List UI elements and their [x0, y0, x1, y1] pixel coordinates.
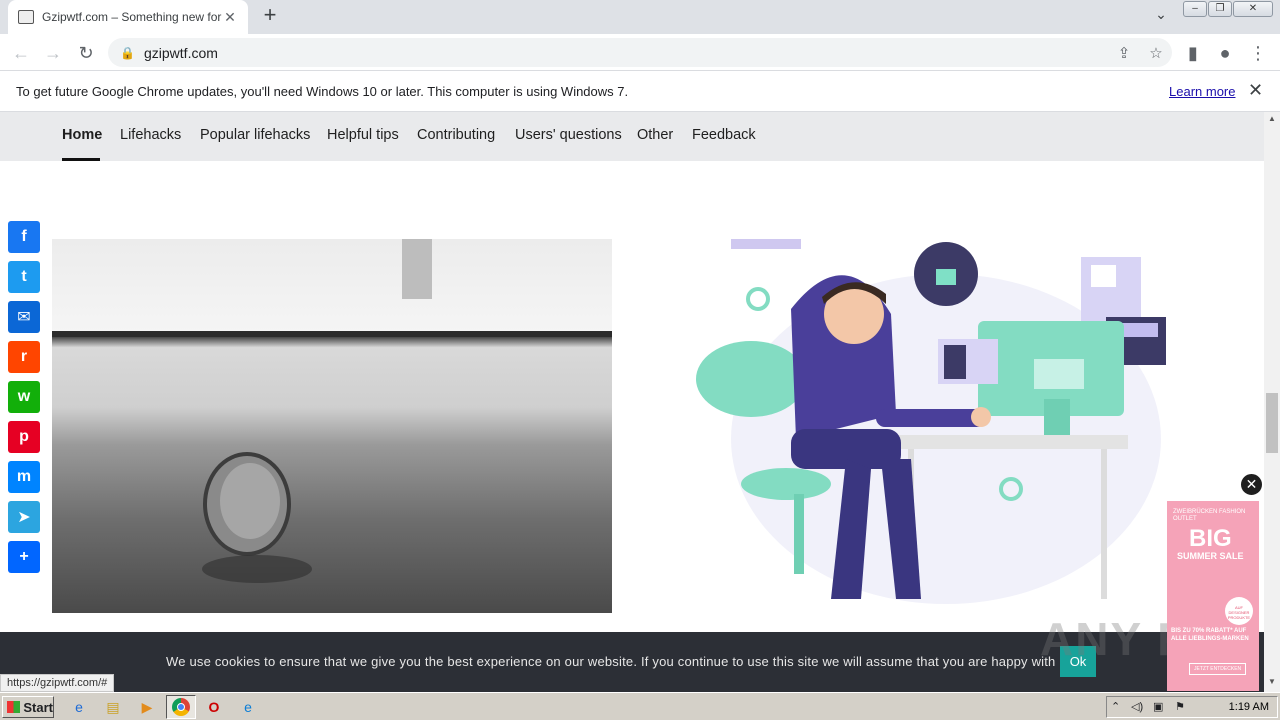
new-tab-button[interactable]: +	[258, 4, 282, 28]
coin-photo[interactable]	[52, 239, 612, 613]
windows-logo-icon	[7, 701, 21, 713]
browser-toolbar: ← → ↻ 🔒 gzipwtf.com ⇪ ☆ ▮ ● ⋮	[0, 34, 1280, 71]
share-page-icon[interactable]: ⇪	[1108, 44, 1140, 62]
tab-title: Gzipwtf.com – Something new for ev	[42, 10, 222, 24]
cookie-message: We use cookies to ensure that we give yo…	[166, 654, 1071, 669]
nav-item-home[interactable]: Home	[62, 127, 102, 143]
action-center-flag-icon[interactable]: ⚑	[1175, 700, 1185, 713]
messenger-share-icon[interactable]: m	[8, 461, 40, 493]
ad-cta-button[interactable]: JETZT ENTDECKEN	[1189, 663, 1247, 675]
coin-photo-art	[52, 239, 612, 583]
browser-tab[interactable]: Gzipwtf.com – Something new for ev ✕	[8, 0, 248, 34]
explorer-folder-icon[interactable]: ▤	[102, 697, 124, 717]
share-share-icon[interactable]: +	[8, 541, 40, 573]
opera-icon[interactable]: O	[203, 697, 225, 717]
ad-banner[interactable]: ZWEIBRÜCKEN FASHION OUTLET BIG SUMMER SA…	[1167, 501, 1259, 691]
hacker-illustration[interactable]	[696, 239, 1176, 613]
menu-kebab-icon[interactable]: ⋮	[1245, 40, 1271, 66]
update-infobar: To get future Google Chrome updates, you…	[0, 72, 1280, 112]
forward-arrow-icon[interactable]: →	[40, 40, 66, 66]
lock-icon[interactable]: 🔒	[120, 46, 135, 60]
twitter-share-icon[interactable]: t	[8, 261, 40, 293]
url-text[interactable]: gzipwtf.com	[144, 45, 1108, 61]
volume-icon[interactable]: ◁)	[1131, 700, 1143, 713]
site-favicon-icon	[18, 10, 34, 24]
nav-item-popular-lifehacks[interactable]: Popular lifehacks	[200, 127, 310, 143]
profile-avatar-icon[interactable]: ●	[1212, 40, 1238, 66]
site-nav: Home Lifehacks Popular lifehacks Helpful…	[0, 112, 1264, 161]
system-tray: ⌃ ◁) ▣ ⚑ 1:19 AM	[1106, 696, 1278, 718]
ad-discount: BIS ZU 70% RABATT* AUF ALLE LIEBLINGS-MA…	[1171, 628, 1249, 642]
chrome-icon	[172, 698, 190, 716]
whatsapp-share-icon[interactable]: w	[8, 381, 40, 413]
status-url: https://gzipwtf.com/#	[0, 674, 115, 692]
tab-strip: Gzipwtf.com – Something new for ev ✕ + ⌄…	[0, 0, 1280, 34]
media-player-icon[interactable]: ▶	[136, 697, 158, 717]
close-window-button[interactable]: ✕	[1233, 1, 1273, 17]
ad-subheadline: SUMMER SALE	[1177, 551, 1244, 561]
ie-icon[interactable]: e	[68, 697, 90, 717]
back-arrow-icon[interactable]: ←	[8, 40, 34, 66]
reddit-share-icon[interactable]: r	[8, 341, 40, 373]
minimize-window-button[interactable]: –	[1183, 1, 1207, 17]
windows-taskbar: Start e ▤ ▶ O e ⌃ ◁) ▣ ⚑ 1:19 AM	[0, 692, 1280, 720]
clock[interactable]: 1:19 AM	[1229, 701, 1269, 713]
hacker-illustration-art	[696, 239, 1166, 604]
tab-close-icon[interactable]: ✕	[222, 9, 238, 26]
chrome-taskbar-button[interactable]	[166, 695, 196, 719]
infobar-message: To get future Google Chrome updates, you…	[16, 84, 629, 99]
ad-close-icon[interactable]: ✕	[1239, 472, 1264, 497]
nav-item-other[interactable]: Other	[637, 127, 673, 143]
tab-search-chevron-icon[interactable]: ⌄	[1150, 6, 1172, 28]
start-label: Start	[23, 699, 53, 715]
side-panel-icon[interactable]: ▮	[1180, 40, 1206, 66]
pinterest-share-icon[interactable]: p	[8, 421, 40, 453]
bookmark-star-icon[interactable]: ☆	[1140, 44, 1172, 62]
nav-item-contributing[interactable]: Contributing	[417, 127, 495, 143]
nav-item-helpful-tips[interactable]: Helpful tips	[327, 127, 399, 143]
email-share-icon[interactable]: ✉	[8, 301, 40, 333]
infobar-close-icon[interactable]: ✕	[1248, 80, 1263, 101]
address-bar[interactable]: 🔒 gzipwtf.com ⇪ ☆	[108, 38, 1172, 67]
telegram-share-icon[interactable]: ➤	[8, 501, 40, 533]
ad-badge: AUF DESIGNER PRODUKTE	[1225, 597, 1253, 625]
nav-item-feedback[interactable]: Feedback	[692, 127, 756, 143]
scroll-down-arrow-icon[interactable]: ▼	[1264, 677, 1280, 691]
restore-window-button[interactable]: ❐	[1208, 1, 1232, 17]
scroll-up-arrow-icon[interactable]: ▲	[1264, 114, 1280, 128]
ad-headline: BIG	[1189, 525, 1232, 552]
ad-brand: ZWEIBRÜCKEN FASHION OUTLET	[1173, 509, 1246, 522]
reload-icon[interactable]: ↻	[73, 40, 99, 66]
start-button[interactable]: Start	[2, 696, 54, 718]
learn-more-link[interactable]: Learn more	[1169, 84, 1235, 99]
active-nav-underline	[62, 158, 100, 161]
nav-item-users-questions[interactable]: Users' questions	[515, 127, 622, 143]
network-icon[interactable]: ▣	[1153, 700, 1163, 713]
nav-item-lifehacks[interactable]: Lifehacks	[120, 127, 181, 143]
tray-expand-icon[interactable]: ⌃	[1111, 700, 1120, 713]
facebook-share-icon[interactable]: f	[8, 221, 40, 253]
edge-icon[interactable]: e	[237, 697, 259, 717]
scrollbar-thumb[interactable]	[1266, 393, 1278, 453]
